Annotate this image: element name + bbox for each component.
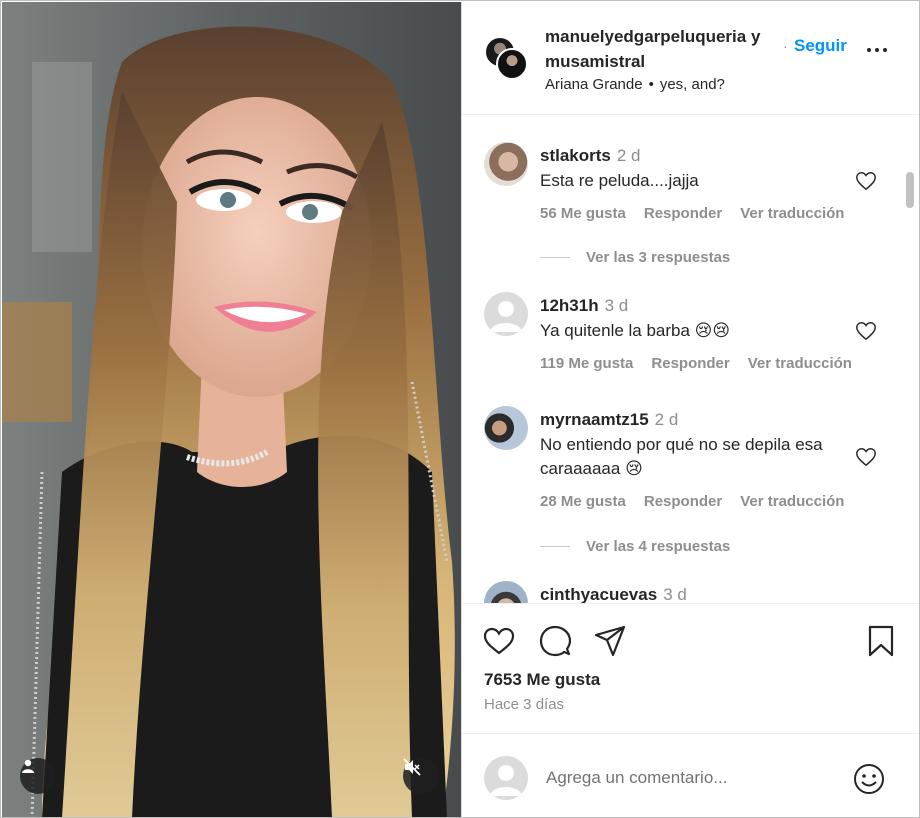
- reply-button[interactable]: Responder: [644, 493, 722, 510]
- comment-username[interactable]: myrnaamtz15 2 d: [540, 410, 678, 430]
- mute-toggle-button[interactable]: [403, 758, 439, 794]
- comment-text: Ya quitenle la barba 😢😢: [540, 321, 731, 340]
- comment-composer: [462, 733, 919, 817]
- comment-username[interactable]: 12h31h 3 d: [540, 296, 628, 316]
- instagram-post-window: manuelyedgarpeluqueria y musamistral · S…: [0, 0, 920, 818]
- translate-button[interactable]: Ver traducción: [740, 493, 844, 510]
- comment-likes[interactable]: 28 Me gusta: [540, 493, 626, 510]
- comment-time: 2 d: [616, 146, 641, 165]
- comment-time: 3 d: [663, 585, 687, 603]
- heart-icon[interactable]: [482, 624, 516, 658]
- avatar[interactable]: [484, 581, 528, 603]
- comments-list[interactable]: stlakorts 2 d Esta re peluda....jajja 56 …: [462, 116, 919, 603]
- view-replies-button[interactable]: Ver las 4 respuestas: [540, 538, 730, 555]
- avatar[interactable]: [484, 142, 528, 186]
- audio-title: yes, and?: [659, 76, 725, 93]
- comment-time: 3 d: [604, 296, 629, 315]
- muted-speaker-icon: [403, 758, 421, 776]
- comments-scrollbar[interactable]: [906, 172, 914, 208]
- comment-input[interactable]: [546, 764, 846, 792]
- comment-meta: 119 Me gusta Responder Ver traducción: [540, 355, 870, 372]
- likes-count[interactable]: 7653 Me gusta: [484, 670, 600, 690]
- author-avatars[interactable]: [484, 36, 532, 84]
- comment-username[interactable]: stlakorts 2 d: [540, 146, 641, 166]
- heart-icon[interactable]: [855, 446, 877, 468]
- post-media[interactable]: [2, 2, 461, 817]
- comment-icon[interactable]: [538, 624, 572, 658]
- avatar: [484, 756, 528, 800]
- post-timestamp: Hace 3 días: [484, 696, 565, 713]
- view-replies-button[interactable]: Ver las 3 respuestas: [540, 249, 730, 266]
- post-side-panel: manuelyedgarpeluqueria y musamistral · S…: [461, 2, 919, 817]
- comment-username[interactable]: cinthyacuevas 3 d: [540, 585, 687, 603]
- avatar[interactable]: [484, 406, 528, 450]
- separator-dot: ·: [783, 38, 788, 54]
- default-avatar-icon: [490, 301, 522, 332]
- comment-likes[interactable]: 56 Me gusta: [540, 205, 626, 222]
- more-icon[interactable]: [867, 48, 887, 52]
- reply-button[interactable]: Responder: [644, 205, 722, 222]
- view-replies-label: Ver las 3 respuestas: [586, 249, 731, 266]
- default-avatar-icon: [490, 765, 522, 796]
- bookmark-icon[interactable]: [864, 624, 898, 658]
- post-authors[interactable]: manuelyedgarpeluqueria y musamistral: [545, 24, 795, 74]
- emoji-icon[interactable]: [852, 762, 886, 796]
- comment-text: Esta re peluda....jajja: [540, 171, 699, 190]
- translate-button[interactable]: Ver traducción: [748, 355, 852, 372]
- view-replies-label: Ver las 4 respuestas: [586, 538, 731, 555]
- comment-text: No entiendo por qué no se depila esa car…: [540, 435, 823, 478]
- avatar: [496, 48, 528, 80]
- reply-button[interactable]: Responder: [651, 355, 729, 372]
- heart-icon[interactable]: [855, 170, 877, 192]
- post-photo: [2, 2, 461, 817]
- comment-meta: 56 Me gusta Responder Ver traducción: [540, 205, 862, 222]
- user-icon: [22, 759, 34, 773]
- audio-info[interactable]: Ariana Grande • yes, and?: [545, 76, 725, 93]
- audio-separator: •: [648, 76, 654, 93]
- avatar[interactable]: [484, 292, 528, 336]
- post-actions: 7653 Me gusta Hace 3 días: [462, 603, 919, 733]
- send-icon[interactable]: [593, 624, 627, 658]
- tagged-users-button[interactable]: [20, 758, 56, 794]
- comment-meta: 28 Me gusta Responder Ver traducción: [540, 493, 862, 510]
- audio-artist: Ariana Grande: [545, 76, 643, 93]
- translate-button[interactable]: Ver traducción: [740, 205, 844, 222]
- follow-button[interactable]: Seguir: [794, 36, 847, 56]
- comment-likes[interactable]: 119 Me gusta: [540, 355, 633, 372]
- post-header: manuelyedgarpeluqueria y musamistral · S…: [462, 2, 919, 115]
- comment-time: 2 d: [654, 410, 679, 429]
- heart-icon[interactable]: [855, 320, 877, 342]
